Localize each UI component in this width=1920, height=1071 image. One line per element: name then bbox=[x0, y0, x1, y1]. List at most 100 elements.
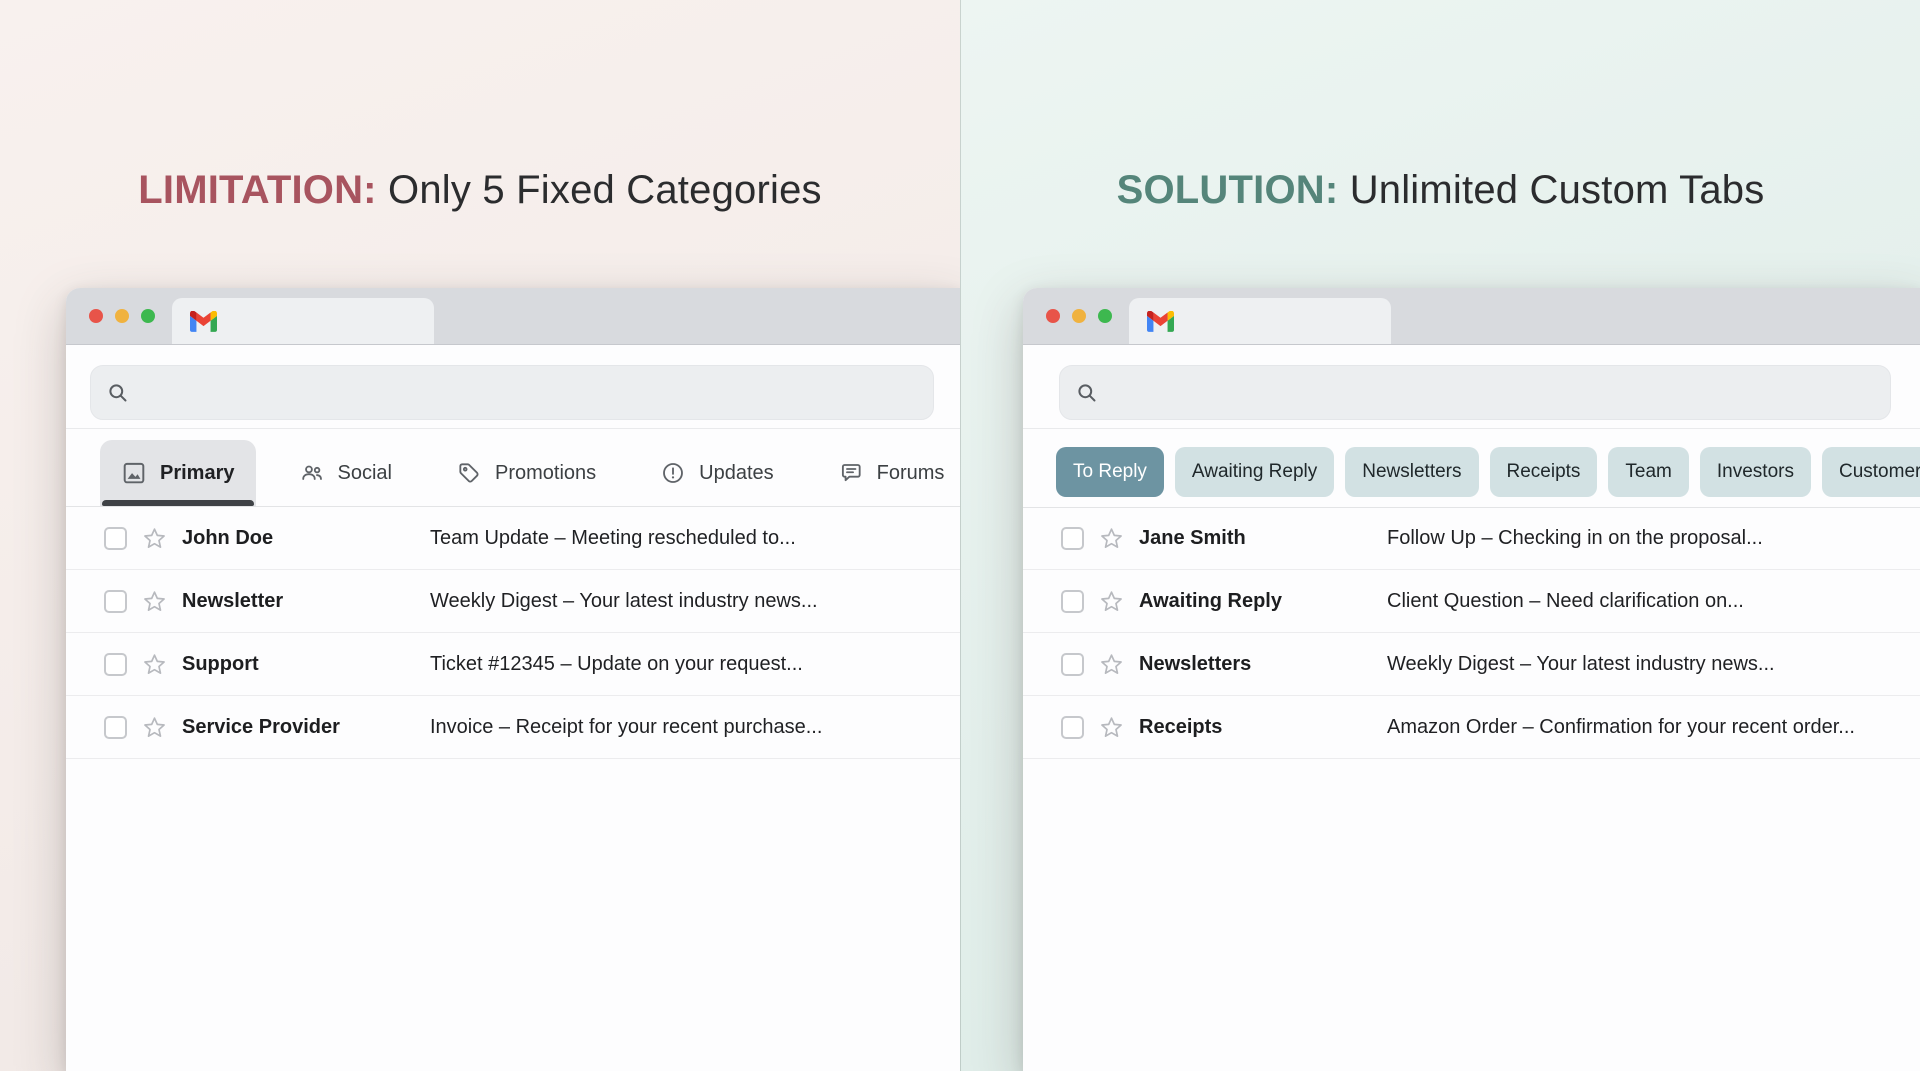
category-tab-social[interactable]: Social bbox=[278, 440, 413, 506]
close-button[interactable] bbox=[89, 309, 103, 323]
minimize-button[interactable] bbox=[115, 309, 129, 323]
custom-tab-team[interactable]: Team bbox=[1608, 447, 1688, 497]
custom-tab-pills: To Reply Awaiting Reply Newsletters Receipt… bbox=[1056, 447, 1913, 497]
gmail-logo-icon bbox=[190, 311, 217, 332]
row-checkbox[interactable] bbox=[104, 716, 127, 739]
solution-title: SOLUTION: Unlimited Custom Tabs bbox=[961, 168, 1920, 213]
custom-tab-awaiting-reply[interactable]: Awaiting Reply bbox=[1175, 447, 1334, 497]
email-row[interactable]: Newsletters Weekly Digest – Your latest … bbox=[1023, 633, 1920, 696]
star-icon[interactable] bbox=[1098, 588, 1125, 615]
star-icon[interactable] bbox=[1098, 651, 1125, 678]
window-titlebar bbox=[66, 288, 960, 345]
email-subject: Invoice – Receipt for your recent purcha… bbox=[430, 716, 960, 739]
browser-tab[interactable] bbox=[172, 298, 434, 344]
custom-tab-label: Investors bbox=[1717, 461, 1794, 483]
solution-title-highlight: SOLUTION: bbox=[1117, 168, 1339, 212]
row-checkbox[interactable] bbox=[104, 590, 127, 613]
email-row[interactable]: Service Provider Invoice – Receipt for y… bbox=[66, 696, 960, 759]
email-sender: John Doe bbox=[182, 527, 430, 550]
email-subject: Weekly Digest – Your latest industry new… bbox=[1387, 653, 1920, 676]
custom-tab-label: Awaiting Reply bbox=[1192, 461, 1317, 483]
email-sender: Receipts bbox=[1139, 716, 1387, 739]
category-label: Updates bbox=[699, 462, 774, 485]
search-bar[interactable] bbox=[90, 365, 934, 420]
search-icon bbox=[1075, 381, 1099, 405]
traffic-lights bbox=[1046, 309, 1112, 323]
traffic-lights bbox=[89, 309, 155, 323]
email-row[interactable]: Support Ticket #12345 – Update on your r… bbox=[66, 633, 960, 696]
category-label: Primary bbox=[160, 462, 235, 485]
custom-tab-label: Team bbox=[1625, 461, 1671, 483]
email-sender: Newsletters bbox=[1139, 653, 1387, 676]
solution-title-rest: Unlimited Custom Tabs bbox=[1350, 168, 1765, 212]
email-sender: Awaiting Reply bbox=[1139, 590, 1387, 613]
custom-tab-customers[interactable]: Customers bbox=[1822, 447, 1920, 497]
star-icon[interactable] bbox=[141, 588, 168, 615]
close-button[interactable] bbox=[1046, 309, 1060, 323]
email-sender: Support bbox=[182, 653, 430, 676]
custom-tab-receipts[interactable]: Receipts bbox=[1490, 447, 1598, 497]
row-checkbox[interactable] bbox=[1061, 527, 1084, 550]
email-row[interactable]: Receipts Amazon Order – Confirmation for… bbox=[1023, 696, 1920, 759]
row-checkbox[interactable] bbox=[104, 653, 127, 676]
search-icon bbox=[106, 381, 130, 405]
window-titlebar bbox=[1023, 288, 1920, 345]
custom-tab-label: Newsletters bbox=[1362, 461, 1461, 483]
comparison-graphic: LIMITATION: Only 5 Fixed Categories bbox=[0, 0, 1920, 1071]
zoom-button[interactable] bbox=[141, 309, 155, 323]
tag-icon bbox=[456, 460, 482, 486]
category-tab-updates[interactable]: Updates bbox=[639, 440, 795, 506]
row-checkbox[interactable] bbox=[1061, 716, 1084, 739]
custom-tab-label: To Reply bbox=[1073, 461, 1147, 483]
category-label: Promotions bbox=[495, 462, 596, 485]
zoom-button[interactable] bbox=[1098, 309, 1112, 323]
custom-tab-label: Customers bbox=[1839, 461, 1920, 483]
gmail-window-fixed-categories: Primary Social Promotions Updates Forums… bbox=[66, 288, 960, 1071]
category-tab-primary[interactable]: Primary bbox=[100, 440, 256, 506]
email-row[interactable]: Awaiting Reply Client Question – Need cl… bbox=[1023, 570, 1920, 633]
email-sender: Service Provider bbox=[182, 716, 430, 739]
custom-tab-newsletters[interactable]: Newsletters bbox=[1345, 447, 1478, 497]
email-row[interactable]: Jane Smith Follow Up – Checking in on th… bbox=[1023, 507, 1920, 570]
minimize-button[interactable] bbox=[1072, 309, 1086, 323]
row-checkbox[interactable] bbox=[1061, 653, 1084, 676]
search-bar[interactable] bbox=[1059, 365, 1891, 420]
email-row[interactable]: Newsletter Weekly Digest – Your latest i… bbox=[66, 570, 960, 633]
row-checkbox[interactable] bbox=[104, 527, 127, 550]
solution-panel: SOLUTION: Unlimited Custom Tabs To Reply… bbox=[960, 0, 1920, 1071]
star-icon[interactable] bbox=[141, 651, 168, 678]
divider bbox=[66, 428, 960, 429]
search-input[interactable] bbox=[1111, 380, 1875, 405]
gmail-logo-icon bbox=[1147, 311, 1174, 332]
star-icon[interactable] bbox=[141, 714, 168, 741]
inbox-icon bbox=[121, 460, 147, 486]
email-sender: Jane Smith bbox=[1139, 527, 1387, 550]
limitation-title: LIMITATION: Only 5 Fixed Categories bbox=[0, 168, 960, 213]
star-icon[interactable] bbox=[1098, 714, 1125, 741]
custom-tab-to-reply[interactable]: To Reply bbox=[1056, 447, 1164, 497]
category-tab-promotions[interactable]: Promotions bbox=[435, 440, 617, 506]
email-subject: Ticket #12345 – Update on your request..… bbox=[430, 653, 960, 676]
browser-tab[interactable] bbox=[1129, 298, 1391, 344]
email-list: Jane Smith Follow Up – Checking in on th… bbox=[1023, 507, 1920, 759]
custom-tab-investors[interactable]: Investors bbox=[1700, 447, 1811, 497]
star-icon[interactable] bbox=[141, 525, 168, 552]
gmail-window-custom-tabs: To Reply Awaiting Reply Newsletters Receipt… bbox=[1023, 288, 1920, 1071]
star-icon[interactable] bbox=[1098, 525, 1125, 552]
email-subject: Team Update – Meeting rescheduled to... bbox=[430, 527, 960, 550]
category-tab-forums[interactable]: Forums bbox=[817, 440, 960, 506]
email-row[interactable]: John Doe Team Update – Meeting reschedul… bbox=[66, 507, 960, 570]
row-checkbox[interactable] bbox=[1061, 590, 1084, 613]
email-sender: Newsletter bbox=[182, 590, 430, 613]
email-subject: Amazon Order – Confirmation for your rec… bbox=[1387, 716, 1920, 739]
email-list: John Doe Team Update – Meeting reschedul… bbox=[66, 507, 960, 759]
divider bbox=[1023, 428, 1920, 429]
category-tabs: Primary Social Promotions Updates Forums bbox=[100, 440, 960, 506]
search-input[interactable] bbox=[142, 380, 918, 405]
email-subject: Follow Up – Checking in on the proposal.… bbox=[1387, 527, 1920, 550]
category-label: Social bbox=[338, 462, 392, 485]
email-subject: Weekly Digest – Your latest industry new… bbox=[430, 590, 960, 613]
custom-tab-label: Receipts bbox=[1507, 461, 1581, 483]
chat-bubble-icon bbox=[838, 460, 864, 486]
limitation-title-rest: Only 5 Fixed Categories bbox=[388, 168, 822, 212]
